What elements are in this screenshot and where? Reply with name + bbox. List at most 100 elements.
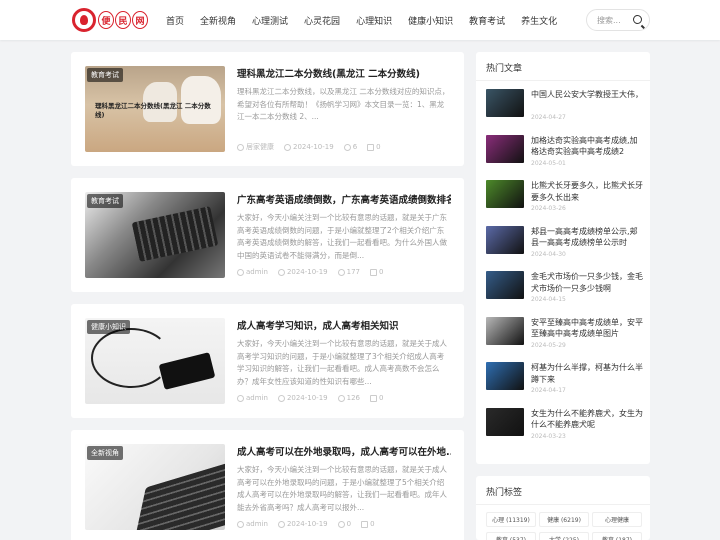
nav-item-psych-test[interactable]: 心理测试 (252, 14, 288, 27)
clock-icon (277, 268, 285, 276)
hot-article-title[interactable]: 柯基为什么半撑，柯基为什么半蹲下来 (531, 362, 643, 385)
hot-article-thumbnail[interactable] (486, 271, 524, 299)
user-icon (237, 520, 244, 528)
article-views: 177 (346, 268, 360, 276)
tag-chip[interactable]: 教育 (187) (592, 532, 642, 540)
article-title[interactable]: 成人高考可以在外地录取吗，成人高考可以在外地... (237, 444, 451, 458)
nav-item-education[interactable]: 教育考试 (469, 14, 505, 27)
article-author[interactable]: admin (246, 394, 268, 402)
article-author[interactable]: admin (246, 520, 268, 528)
nav-item-perspective[interactable]: 全新视角 (200, 14, 236, 27)
hot-article-title[interactable]: 中国人民公安大学教授王大伟， (531, 89, 643, 112)
hot-article-item[interactable]: 郏县一高高考成绩榜单公示,郏县一高高考成绩榜单公示时 2024-04-30 (486, 225, 646, 262)
article-card: 健康小知识 成人高考学习知识，成人高考相关知识 大家好，今天小编关注到一个比较有… (71, 304, 464, 418)
hot-article-title[interactable]: 女生为什么不能养鹿犬，女生为什么不能养鹿犬呢 (531, 408, 643, 431)
hot-articles-panel: 热门文章 中国人民公安大学教授王大伟， 2024-04-27 加格达奇实验高中高考成… (476, 52, 650, 464)
article-card: 全新视角 成人高考可以在外地录取吗，成人高考可以在外地... 大家好，今天小编关… (71, 430, 464, 540)
hot-article-thumbnail[interactable] (486, 89, 524, 117)
site-logo[interactable]: 便 民 网 (72, 6, 149, 34)
user-icon (237, 268, 244, 276)
site-header: 便 民 网 首页 全新视角 心理测试 心灵花园 心理知识 健康小知识 教育考试 … (0, 0, 720, 40)
article-date: 2024-10-19 (293, 143, 334, 151)
eye-icon (337, 268, 345, 276)
search-box (586, 9, 650, 31)
hot-article-item[interactable]: 中国人民公安大学教授王大伟， 2024-04-27 (486, 89, 646, 125)
tag-chip[interactable]: 大学 (225) (539, 532, 589, 540)
category-tag[interactable]: 健康小知识 (87, 320, 130, 334)
hot-tags-panel: 热门标签 心理 (11319)健康 (6219)心理健康教育 (537)大学 (… (476, 476, 650, 540)
hot-article-title[interactable]: 金毛犬市场价一只多少钱，金毛犬市场价一只多少钱啊 (531, 271, 643, 294)
hot-article-date: 2024-05-29 (531, 341, 566, 349)
article-thumbnail[interactable]: 健康小知识 (85, 318, 225, 404)
hot-article-date: 2024-04-15 (531, 296, 566, 303)
hot-article-item[interactable]: 安平至臻高中高考成绩单，安平至臻高中高考成绩单图片 2024-05-29 (486, 316, 646, 353)
eye-icon (337, 394, 345, 402)
hot-article-item[interactable]: 加格达奇实验高中高考成绩,加格达奇实验高中高考成绩2 2024-05-01 (486, 134, 646, 171)
hot-article-title[interactable]: 郏县一高高考成绩榜单公示,郏县一高高考成绩榜单公示时 (531, 226, 643, 249)
clock-icon (277, 520, 285, 528)
article-thumbnail[interactable]: 全新视角 (85, 444, 225, 530)
article-summary: 大家好，今天小编关注到一个比较有意思的话题，就是关于广东高考英语成绩倒数的问题，… (237, 213, 447, 260)
article-views: 126 (346, 394, 360, 402)
article-author[interactable]: 居家健康 (246, 142, 274, 152)
hot-article-item[interactable]: 金毛犬市场价一只多少钱，金毛犬市场价一只多少钱啊 2024-04-15 (486, 271, 646, 307)
search-input[interactable] (597, 15, 631, 25)
nav-item-health-tips[interactable]: 健康小知识 (408, 14, 453, 27)
article-comments: 0 (376, 143, 381, 151)
clock-icon (284, 143, 291, 151)
logo-char: 便 (98, 11, 114, 29)
main-nav: 首页 全新视角 心理测试 心灵花园 心理知识 健康小知识 教育考试 养生文化 (158, 0, 565, 40)
tag-chip[interactable]: 健康 (6219) (539, 512, 589, 527)
article-date: 2024-10-19 (286, 268, 328, 276)
hot-article-date: 2024-04-27 (531, 114, 566, 121)
article-title[interactable]: 理科黑龙江二本分数线(黑龙江 二本分数线) (237, 66, 451, 80)
article-title[interactable]: 成人高考学习知识，成人高考相关知识 (237, 318, 451, 332)
hot-article-thumbnail[interactable] (486, 362, 524, 390)
nav-item-home[interactable]: 首页 (166, 14, 184, 27)
tag-chip[interactable]: 心理健康 (592, 512, 642, 527)
article-title[interactable]: 广东高考英语成绩倒数，广东高考英语成绩倒数排名 (237, 192, 451, 206)
article-summary: 大家好，今天小编关注到一个比较有意思的话题，就是关于成人高考学习知识的问题，于是… (237, 339, 447, 386)
logo-char: 民 (115, 11, 131, 29)
hot-article-item[interactable]: 柯基为什么半撑，柯基为什么半蹲下来 2024-04-17 (486, 362, 646, 398)
thumbnail-text: 理科黑龙江二本分数线(黑龙江 二本分数线) (95, 102, 211, 119)
hot-article-date: 2024-04-30 (531, 250, 566, 258)
category-tag[interactable]: 全新视角 (87, 446, 123, 460)
hot-article-thumbnail[interactable] (486, 180, 524, 208)
nav-item-wellness[interactable]: 养生文化 (521, 14, 557, 27)
hot-article-title[interactable]: 加格达奇实验高中高考成绩,加格达奇实验高中高考成绩2 (531, 135, 643, 158)
user-icon (237, 394, 244, 402)
hot-article-title[interactable]: 安平至臻高中高考成绩单，安平至臻高中高考成绩单图片 (531, 317, 643, 340)
article-thumbnail[interactable]: 理科黑龙江二本分数线(黑龙江 二本分数线) 教育考试 (85, 66, 225, 152)
article-thumbnail[interactable]: 教育考试 (85, 192, 225, 278)
hot-article-thumbnail[interactable] (486, 134, 524, 163)
category-tag[interactable]: 教育考试 (87, 68, 123, 82)
article-meta: 居家健康 2024-10-19 6 0 (237, 142, 391, 152)
nav-item-psych-knowledge[interactable]: 心理知识 (356, 14, 392, 27)
tag-chip[interactable]: 心理 (11319) (486, 512, 536, 527)
article-summary: 理科黑龙江二本分数线，以及黑龙江 二本分数线对应的知识点，希望对各位有所帮助！《… (237, 87, 450, 121)
article-views: 0 (346, 520, 352, 528)
article-meta: admin 2024-10-19 126 0 (237, 394, 393, 402)
logo-mark-icon (72, 8, 96, 32)
article-author[interactable]: admin (246, 268, 268, 276)
eye-icon (337, 520, 345, 528)
article-comments: 0 (370, 520, 375, 528)
tag-chip[interactable]: 教育 (537) (486, 532, 536, 540)
category-tag[interactable]: 教育考试 (87, 194, 123, 208)
panel-title: 热门文章 (486, 64, 523, 74)
hot-article-date: 2024-05-01 (531, 159, 566, 167)
logo-char: 网 (132, 11, 148, 29)
article-meta: admin 2024-10-19 177 0 (237, 268, 393, 276)
hot-article-thumbnail[interactable] (486, 407, 524, 436)
eye-icon (343, 143, 351, 151)
clock-icon (277, 394, 285, 402)
hot-article-item[interactable]: 比熊犬长牙要多久，比熊犬长牙要多久长出来 2024-03-26 (486, 180, 646, 216)
hot-article-item[interactable]: 女生为什么不能养鹿犬，女生为什么不能养鹿犬呢 2024-03-23 (486, 407, 646, 444)
user-icon (237, 143, 244, 151)
nav-item-soul-garden[interactable]: 心灵花园 (304, 14, 340, 27)
hot-article-thumbnail[interactable] (486, 316, 524, 345)
search-icon[interactable] (633, 15, 642, 24)
hot-article-title[interactable]: 比熊犬长牙要多久，比熊犬长牙要多久长出来 (531, 180, 643, 203)
hot-article-thumbnail[interactable] (486, 225, 524, 254)
